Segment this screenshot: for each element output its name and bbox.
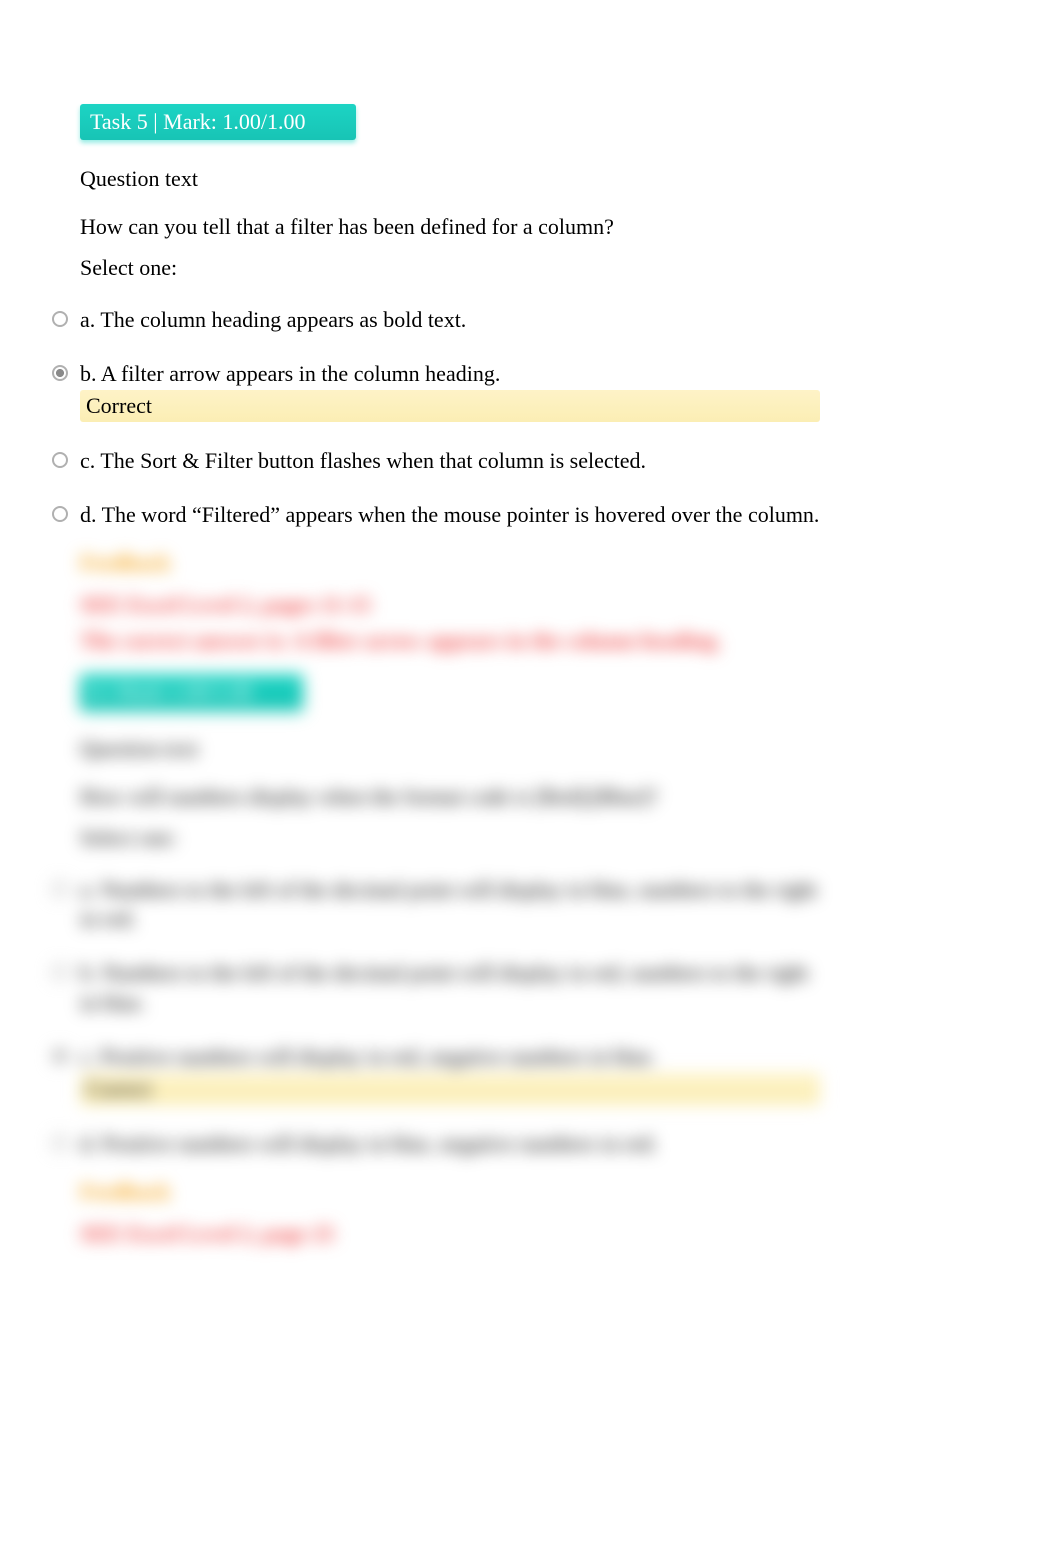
feedback-heading: Feedback bbox=[80, 550, 820, 576]
option-text: b. A filter arrow appears in the column … bbox=[80, 343, 820, 389]
option-text: d. Positive numbers will display in blue… bbox=[80, 1113, 820, 1159]
radio-icon[interactable] bbox=[52, 881, 68, 897]
correct-badge: Correct bbox=[80, 390, 820, 422]
question-body: How will numbers display when the format… bbox=[80, 780, 820, 813]
option-text: c. The Sort & Filter button flashes when… bbox=[80, 430, 820, 476]
radio-icon-selected[interactable] bbox=[52, 365, 68, 381]
option-a[interactable]: a. Numbers to the left of the decimal po… bbox=[80, 859, 820, 934]
option-c[interactable]: c. Positive numbers will display in red,… bbox=[80, 1026, 820, 1106]
option-d[interactable]: d. The word “Filtered” appears when the … bbox=[80, 484, 820, 530]
option-text: d. The word “Filtered” appears when the … bbox=[80, 484, 820, 530]
option-b[interactable]: b. A filter arrow appears in the column … bbox=[80, 343, 820, 423]
feedback-reference: SEE Excel Level 2, pages 11-15 bbox=[80, 592, 820, 618]
option-c[interactable]: c. The Sort & Filter button flashes when… bbox=[80, 430, 820, 476]
radio-icon[interactable] bbox=[52, 506, 68, 522]
question-text-heading: Question text bbox=[80, 166, 820, 192]
option-a[interactable]: a. The column heading appears as bold te… bbox=[80, 289, 820, 335]
option-b[interactable]: b. Numbers to the left of the decimal po… bbox=[80, 942, 820, 1017]
select-one-label: Select one: bbox=[80, 255, 820, 281]
radio-icon[interactable] bbox=[52, 964, 68, 980]
select-one-label: Select one: bbox=[80, 825, 820, 851]
radio-icon-selected[interactable] bbox=[52, 1048, 68, 1064]
option-text: b. Numbers to the left of the decimal po… bbox=[80, 942, 820, 1017]
option-text: c. Positive numbers will display in red,… bbox=[80, 1026, 820, 1072]
radio-icon[interactable] bbox=[52, 311, 68, 327]
task-header: 6 | Mark 1.00/1.00 bbox=[80, 674, 303, 710]
task-block: Task 5 | Mark: 1.00/1.00 Question text H… bbox=[80, 104, 820, 530]
feedback-heading: Feedback bbox=[80, 1179, 820, 1205]
feedback-correct-answer: The correct answer is: A filter arrow ap… bbox=[80, 628, 820, 654]
task-header: Task 5 | Mark: 1.00/1.00 bbox=[80, 104, 356, 140]
radio-icon[interactable] bbox=[52, 452, 68, 468]
option-text: a. The column heading appears as bold te… bbox=[80, 289, 820, 335]
option-text: a. Numbers to the left of the decimal po… bbox=[80, 859, 820, 934]
blurred-content: Feedback SEE Excel Level 2, pages 11-15 … bbox=[80, 550, 820, 1247]
feedback-reference: SEE Excel Level 2, page 25 bbox=[80, 1221, 820, 1247]
question-body: How can you tell that a filter has been … bbox=[80, 210, 820, 243]
question-text-heading: Question text bbox=[80, 736, 820, 762]
option-d[interactable]: d. Positive numbers will display in blue… bbox=[80, 1113, 820, 1159]
correct-badge: Correct bbox=[80, 1073, 820, 1105]
radio-icon[interactable] bbox=[52, 1135, 68, 1151]
